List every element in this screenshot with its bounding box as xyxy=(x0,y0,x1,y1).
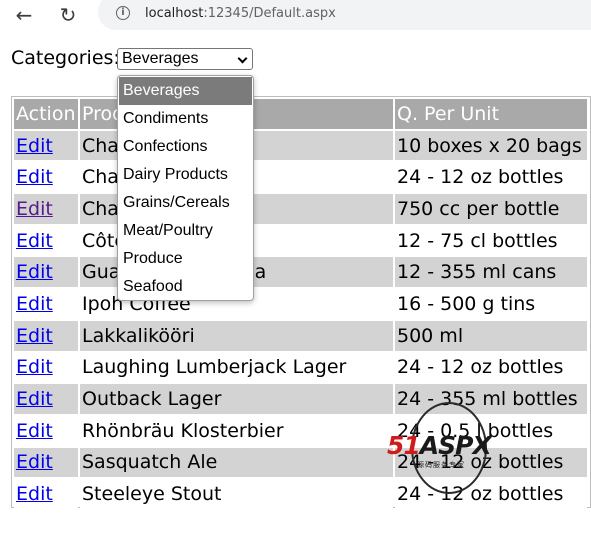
edit-link[interactable]: Edit xyxy=(16,198,53,220)
dropdown-option-produce[interactable]: Produce xyxy=(119,245,252,273)
action-cell: Edit xyxy=(14,352,78,383)
action-cell: Edit xyxy=(14,415,78,446)
table-row: Edit Chartreuse verte 750 cc per bottle xyxy=(14,194,587,224)
column-header-qty-per-unit: Q. Per Unit xyxy=(395,99,587,129)
product-name-cell: Steeleye Stout xyxy=(80,479,393,509)
product-name-cell: Rhönbräu Klosterbier xyxy=(80,415,393,446)
watermark-brand-name: ASPX xyxy=(419,431,492,460)
category-select-value: Beverages xyxy=(122,50,199,67)
table-row: Edit Guaraná Fantástica 12 - 355 ml cans xyxy=(14,257,587,288)
edit-link[interactable]: Edit xyxy=(16,325,53,347)
qty-per-unit-cell: 500 ml xyxy=(395,320,587,351)
watermark-brand: 51ASPX xyxy=(387,431,492,460)
action-cell: Edit xyxy=(14,289,78,319)
reload-icon[interactable]: ↻ xyxy=(54,2,82,28)
dropdown-option-confections[interactable]: Confections xyxy=(119,133,252,161)
info-icon[interactable]: i xyxy=(116,6,130,20)
watermark-logo: 51ASPX 源码服务专家 xyxy=(387,402,515,498)
action-cell: Edit xyxy=(14,194,78,224)
table-row: Edit Chang 24 - 12 oz bottles xyxy=(14,162,587,193)
table-row: Edit Chai 10 boxes x 20 bags xyxy=(14,130,587,161)
address-bar[interactable]: i localhost:12345/Default.aspx xyxy=(98,0,591,30)
back-arrow-icon[interactable]: ← xyxy=(10,2,38,28)
action-cell: Edit xyxy=(14,447,78,478)
qty-per-unit-cell: 750 cc per bottle xyxy=(395,194,587,224)
action-cell: Edit xyxy=(14,257,78,288)
qty-per-unit-cell: 24 - 12 oz bottles xyxy=(395,162,587,193)
edit-link[interactable]: Edit xyxy=(16,166,53,188)
qty-per-unit-cell: 24 - 12 oz bottles xyxy=(395,352,587,383)
category-select[interactable]: Beverages xyxy=(117,48,253,70)
url-host: localhost xyxy=(145,6,204,21)
qty-per-unit-cell: 10 boxes x 20 bags xyxy=(395,130,587,161)
action-cell: Edit xyxy=(14,320,78,351)
dropdown-option-dairy-products[interactable]: Dairy Products xyxy=(119,161,252,189)
table-row: Edit Ipoh Coffee 16 - 500 g tins xyxy=(14,289,587,319)
action-cell: Edit xyxy=(14,479,78,509)
action-cell: Edit xyxy=(14,162,78,193)
edit-link[interactable]: Edit xyxy=(16,293,53,315)
dropdown-option-beverages[interactable]: Beverages xyxy=(119,77,252,105)
edit-link[interactable]: Edit xyxy=(16,261,53,283)
url-text[interactable]: localhost:12345/Default.aspx xyxy=(145,6,336,21)
edit-link[interactable]: Edit xyxy=(16,230,53,252)
edit-link[interactable]: Edit xyxy=(16,483,53,505)
qty-per-unit-cell: 12 - 355 ml cans xyxy=(395,257,587,288)
product-name-cell: Outback Lager xyxy=(80,384,393,414)
watermark-tagline: 源码服务专家 xyxy=(417,461,465,469)
chevron-down-icon xyxy=(237,53,248,64)
qty-per-unit-cell: 16 - 500 g tins xyxy=(395,289,587,319)
product-name-cell: Lakkalikööri xyxy=(80,320,393,351)
edit-link[interactable]: Edit xyxy=(16,135,53,157)
dropdown-option-seafood[interactable]: Seafood xyxy=(119,273,252,300)
product-name-cell: Laughing Lumberjack Lager xyxy=(80,352,393,383)
category-dropdown-list: Beverages Condiments Confections Dairy P… xyxy=(117,75,254,301)
table-header-row: Action Product Name Q. Per Unit xyxy=(14,99,587,129)
edit-link[interactable]: Edit xyxy=(16,356,53,378)
action-cell: Edit xyxy=(14,225,78,256)
dropdown-option-meat-poultry[interactable]: Meat/Poultry xyxy=(119,217,252,245)
table-row: Edit Côte de Blaye 12 - 75 cl bottles xyxy=(14,225,587,256)
edit-link[interactable]: Edit xyxy=(16,451,53,473)
column-header-action: Action xyxy=(14,99,78,129)
qty-per-unit-cell: 12 - 75 cl bottles xyxy=(395,225,587,256)
dropdown-option-grains-cereals[interactable]: Grains/Cereals xyxy=(119,189,252,217)
table-row: Edit Lakkalikööri 500 ml xyxy=(14,320,587,351)
action-cell: Edit xyxy=(14,130,78,161)
product-name-cell: Sasquatch Ale xyxy=(80,447,393,478)
edit-link[interactable]: Edit xyxy=(16,388,53,410)
action-cell: Edit xyxy=(14,384,78,414)
watermark-brand-number: 51 xyxy=(387,431,421,460)
dropdown-option-condiments[interactable]: Condiments xyxy=(119,105,252,133)
url-path: :12345/Default.aspx xyxy=(203,6,336,21)
browser-toolbar: ← ↻ i localhost:12345/Default.aspx xyxy=(0,0,591,30)
edit-link[interactable]: Edit xyxy=(16,420,53,442)
categories-label: Categories: xyxy=(11,47,120,69)
table-row: Edit Laughing Lumberjack Lager 24 - 12 o… xyxy=(14,352,587,383)
